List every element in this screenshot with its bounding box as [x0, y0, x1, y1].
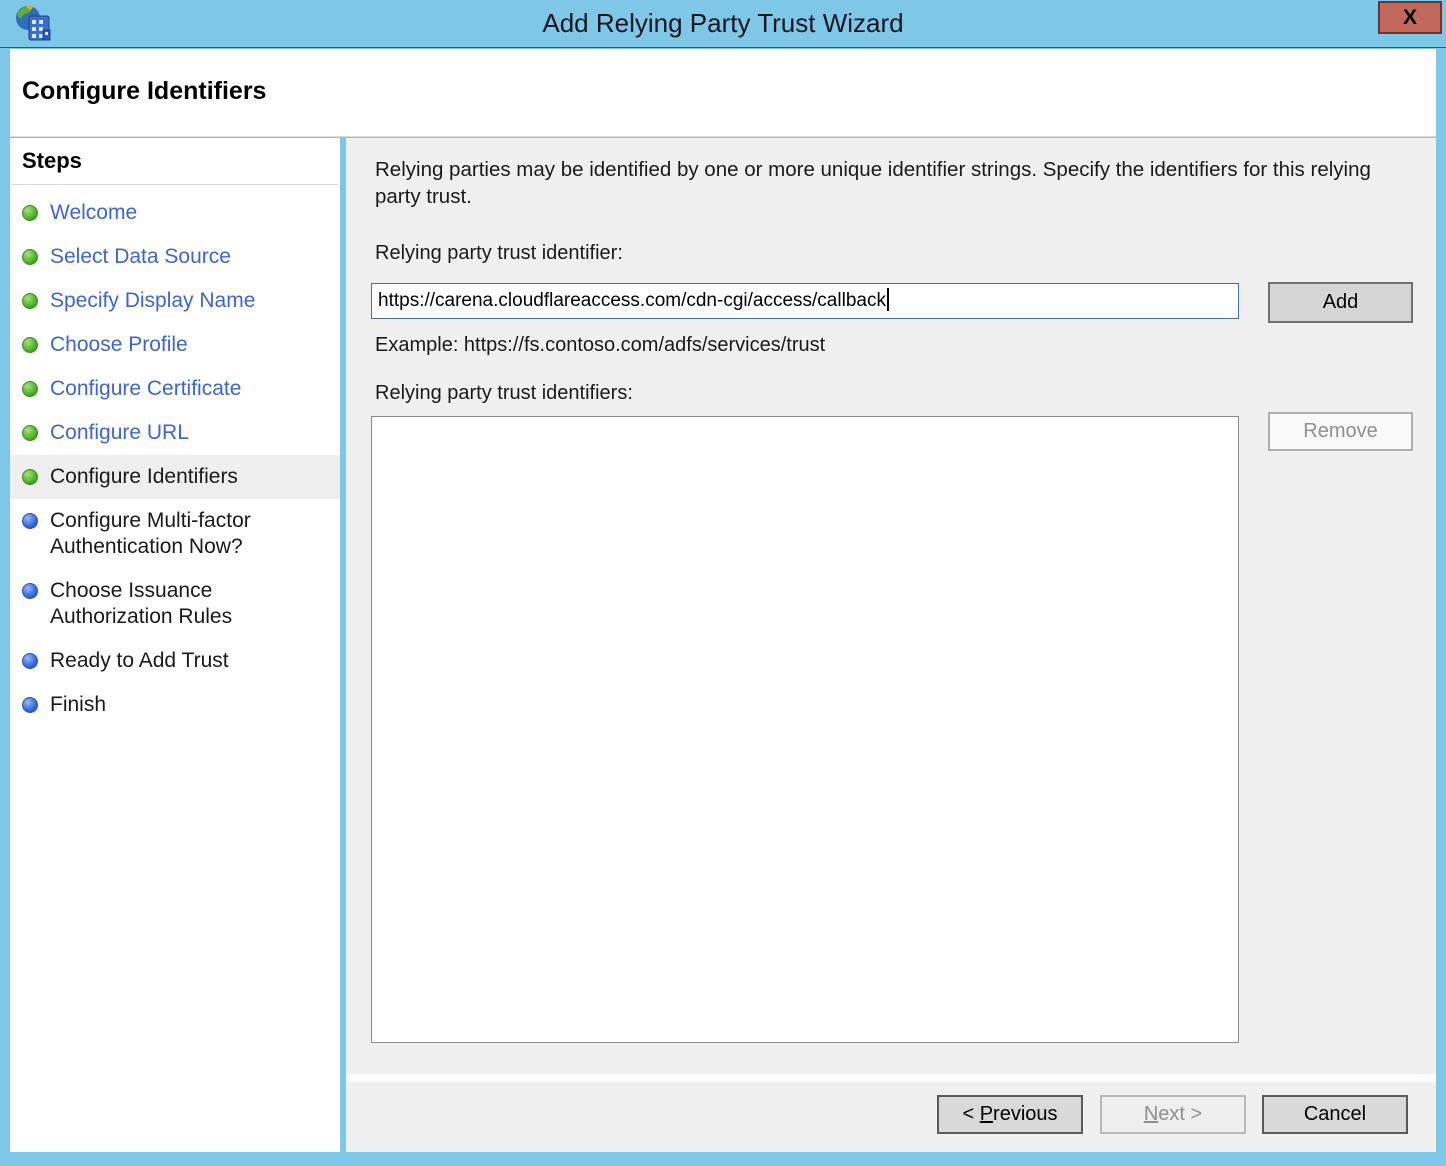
identifiers-list-label: Relying party trust identifiers:	[375, 382, 633, 405]
text-caret	[887, 288, 889, 311]
steps-separator	[12, 184, 338, 185]
next-label-key: N	[1144, 1103, 1158, 1125]
cancel-button[interactable]: Cancel	[1262, 1095, 1408, 1134]
sidebar-step-configure-url[interactable]: Configure URL	[10, 411, 340, 455]
step-label: Choose Issuance Authorization Rules	[50, 578, 300, 630]
description-text: Relying parties may be identified by one…	[375, 156, 1397, 210]
step-status-bullet	[22, 249, 38, 265]
footer-separator	[346, 1074, 1436, 1082]
step-label: Select Data Source	[50, 244, 300, 270]
previous-label-post: revious	[993, 1103, 1057, 1125]
identifier-label: Relying party trust identifier:	[375, 242, 623, 265]
sidebar-step-configure-identifiers[interactable]: Configure Identifiers	[10, 455, 340, 499]
step-status-bullet	[22, 653, 38, 669]
step-status-bullet	[22, 205, 38, 221]
sidebar-step-finish[interactable]: Finish	[10, 683, 340, 727]
example-text: Example: https://fs.contoso.com/adfs/ser…	[375, 334, 825, 357]
step-status-bullet	[22, 697, 38, 713]
step-status-bullet	[22, 337, 38, 353]
steps-list: Welcome Select Data Source Specify Displ…	[10, 191, 340, 727]
steps-title: Steps	[10, 148, 340, 174]
footer-bar: < Previous Next > Cancel	[346, 1082, 1436, 1152]
sidebar-step-choose-profile[interactable]: Choose Profile	[10, 323, 340, 367]
step-label: Configure Identifiers	[50, 464, 300, 490]
step-label: Configure URL	[50, 420, 300, 446]
previous-label-pre: <	[962, 1103, 979, 1125]
sidebar-step-configure-multi-factor-authentication-now[interactable]: Configure Multi-factor Authentication No…	[10, 499, 340, 569]
sidebar-step-ready-to-add-trust[interactable]: Ready to Add Trust	[10, 639, 340, 683]
window-title: Add Relying Party Trust Wizard	[0, 0, 1446, 48]
step-status-bullet	[22, 469, 38, 485]
remove-button[interactable]: Remove	[1268, 412, 1413, 451]
close-button[interactable]: X	[1378, 1, 1442, 34]
step-label: Finish	[50, 692, 300, 718]
identifier-input-value: https://carena.cloudflareaccess.com/cdn-…	[378, 290, 886, 311]
sidebar-step-welcome[interactable]: Welcome	[10, 191, 340, 235]
page-title: Configure Identifiers	[22, 77, 266, 106]
step-label: Configure Multi-factor Authentication No…	[50, 508, 300, 560]
next-label-post: ext >	[1158, 1103, 1202, 1125]
step-label: Welcome	[50, 200, 300, 226]
sidebar-step-select-data-source[interactable]: Select Data Source	[10, 235, 340, 279]
identifier-input[interactable]: https://carena.cloudflareaccess.com/cdn-…	[371, 283, 1239, 319]
previous-button[interactable]: < Previous	[937, 1095, 1083, 1134]
identifiers-listbox[interactable]	[371, 416, 1239, 1043]
step-label: Specify Display Name	[50, 288, 300, 314]
step-status-bullet	[22, 425, 38, 441]
previous-label-key: P	[980, 1103, 993, 1125]
steps-sidebar: Steps Welcome Select Data Source Specify…	[10, 138, 340, 1152]
page-header: Configure Identifiers	[10, 49, 1436, 137]
sidebar-step-choose-issuance-authorization-rules[interactable]: Choose Issuance Authorization Rules	[10, 569, 340, 639]
next-button[interactable]: Next >	[1100, 1095, 1246, 1134]
add-button[interactable]: Add	[1268, 282, 1413, 323]
content-pane: Relying parties may be identified by one…	[346, 138, 1436, 1074]
sidebar-step-specify-display-name[interactable]: Specify Display Name	[10, 279, 340, 323]
step-status-bullet	[22, 513, 38, 529]
step-label: Ready to Add Trust	[50, 648, 300, 674]
step-label: Configure Certificate	[50, 376, 300, 402]
wizard-window: Add Relying Party Trust Wizard X Configu…	[0, 0, 1446, 1166]
step-status-bullet	[22, 293, 38, 309]
sidebar-step-configure-certificate[interactable]: Configure Certificate	[10, 367, 340, 411]
step-label: Choose Profile	[50, 332, 300, 358]
step-status-bullet	[22, 583, 38, 599]
step-status-bullet	[22, 381, 38, 397]
titlebar: Add Relying Party Trust Wizard X	[0, 0, 1446, 48]
